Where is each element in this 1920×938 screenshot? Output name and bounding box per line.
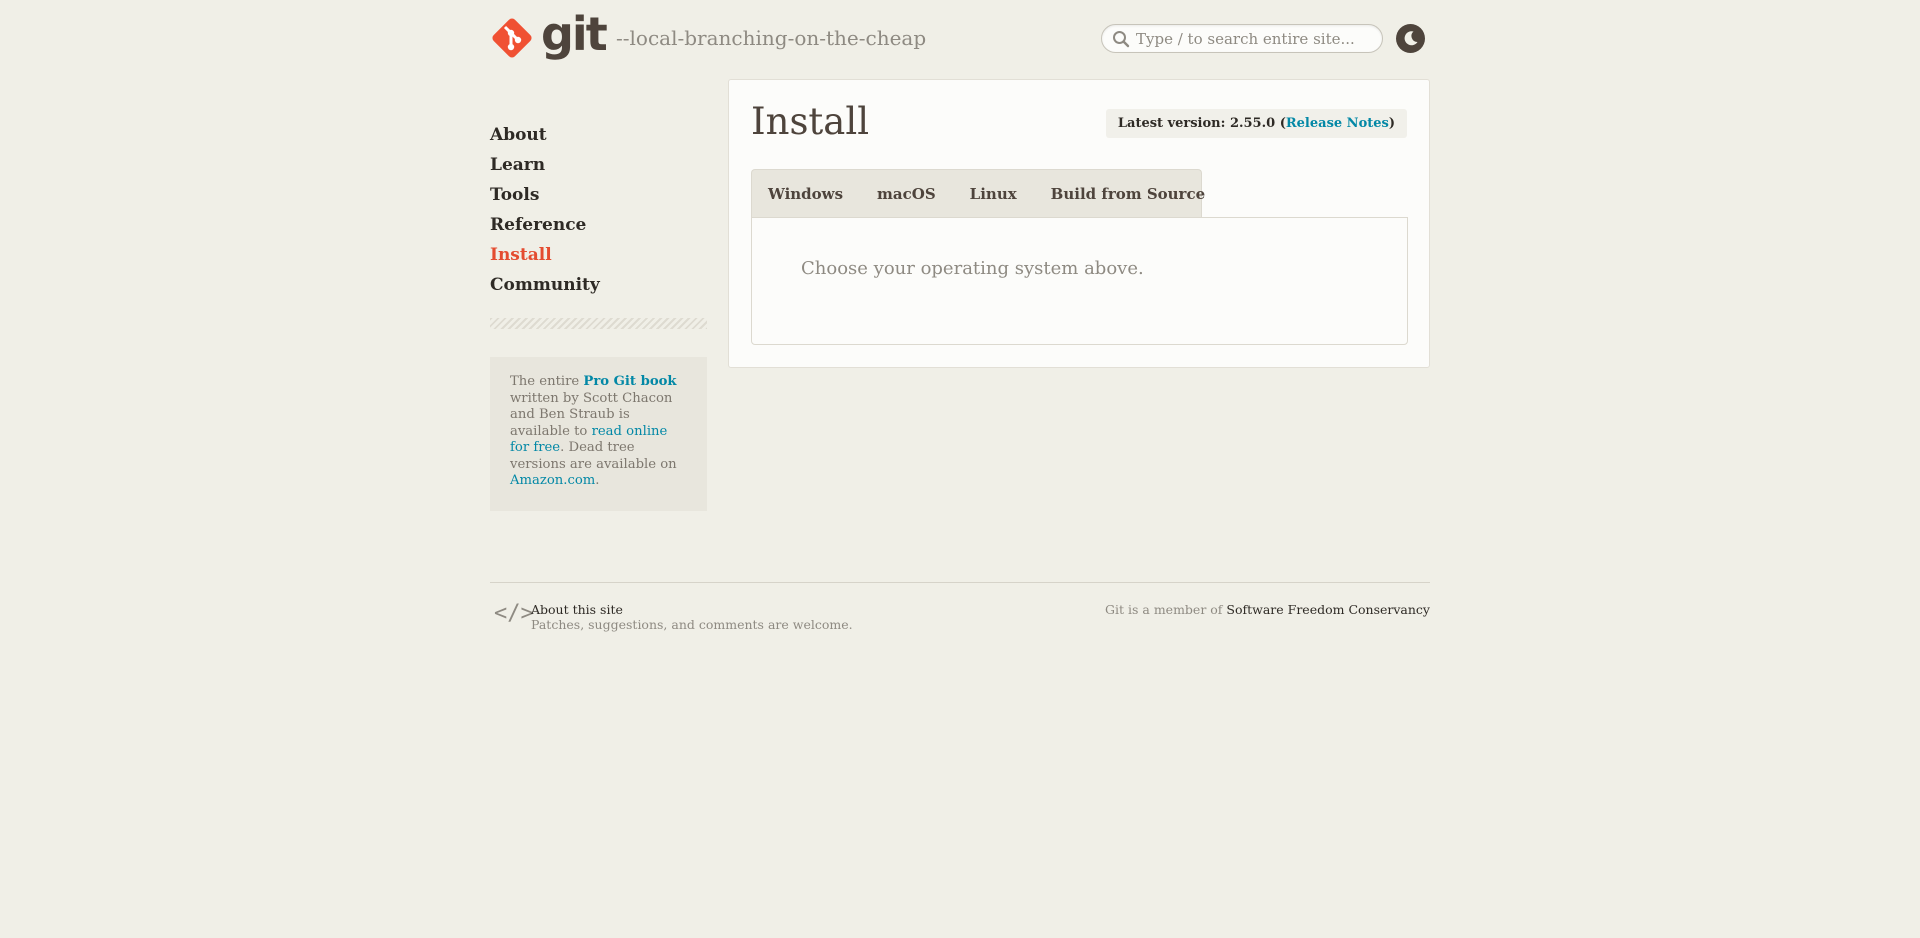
pro-git-book-callout: The entire Pro Git book written by Scott… [490, 357, 707, 511]
tab-macos[interactable]: macOS [877, 185, 936, 203]
search-icon [1113, 30, 1130, 47]
member-prefix: Git is a member of [1105, 602, 1227, 617]
theme-toggle-button[interactable] [1396, 24, 1425, 53]
sidebar-item-reference[interactable]: Reference [490, 210, 600, 240]
os-tabs: Windows macOS Linux Build from Source [751, 169, 1205, 217]
sidebar-nav: About Learn Tools Reference Install Comm… [490, 120, 600, 300]
footer-about-subtext: Patches, suggestions, and comments are w… [531, 617, 853, 632]
sidebar-divider [490, 318, 707, 329]
choose-os-message: Choose your operating system above. [801, 258, 1144, 279]
sidebar-item-learn[interactable]: Learn [490, 150, 600, 180]
search-input[interactable] [1136, 29, 1366, 48]
search-box[interactable] [1101, 24, 1383, 53]
git-diamond-logo-icon [492, 18, 532, 58]
version-suffix: ) [1388, 116, 1395, 131]
moon-icon [1404, 31, 1418, 46]
sfc-link[interactable]: Software Freedom Conservancy [1226, 602, 1430, 617]
pro-git-book-link[interactable]: Pro Git book [583, 374, 676, 389]
footer-membership: Git is a member of Software Freedom Cons… [1105, 602, 1430, 617]
amazon-link[interactable]: Amazon.com [510, 473, 595, 488]
version-prefix: Latest version: 2.55.0 ( [1117, 116, 1286, 131]
latest-version-badge: Latest version: 2.55.0 (Release Notes) [1105, 109, 1407, 138]
release-notes-link[interactable]: Release Notes [1286, 116, 1389, 131]
sidebar-item-community[interactable]: Community [490, 270, 600, 300]
code-brackets-icon: </> [494, 601, 534, 626]
page-title: Install [751, 100, 870, 143]
footer-divider [490, 582, 1430, 583]
tab-windows[interactable]: Windows [768, 185, 843, 203]
page: git --local-branching-on-the-cheap About… [0, 0, 1920, 938]
install-card: Install Latest version: 2.55.0 (Release … [728, 79, 1430, 368]
tab-panel: Choose your operating system above. [751, 217, 1408, 345]
book-text-4: . [595, 473, 600, 488]
sidebar-item-tools[interactable]: Tools [490, 180, 600, 210]
sidebar-item-install[interactable]: Install [490, 240, 600, 270]
logo-wordmark: git [541, 7, 608, 61]
book-text-1: The entire [510, 374, 584, 389]
tab-build-from-source[interactable]: Build from Source [1051, 185, 1205, 203]
git-logo[interactable]: git [489, 11, 608, 61]
sidebar-item-about[interactable]: About [490, 120, 600, 150]
about-this-site-link[interactable]: About this site [531, 602, 623, 617]
footer-about: About this site Patches, suggestions, an… [531, 602, 853, 632]
tagline: --local-branching-on-the-cheap [616, 26, 927, 50]
tab-linux[interactable]: Linux [970, 185, 1017, 203]
